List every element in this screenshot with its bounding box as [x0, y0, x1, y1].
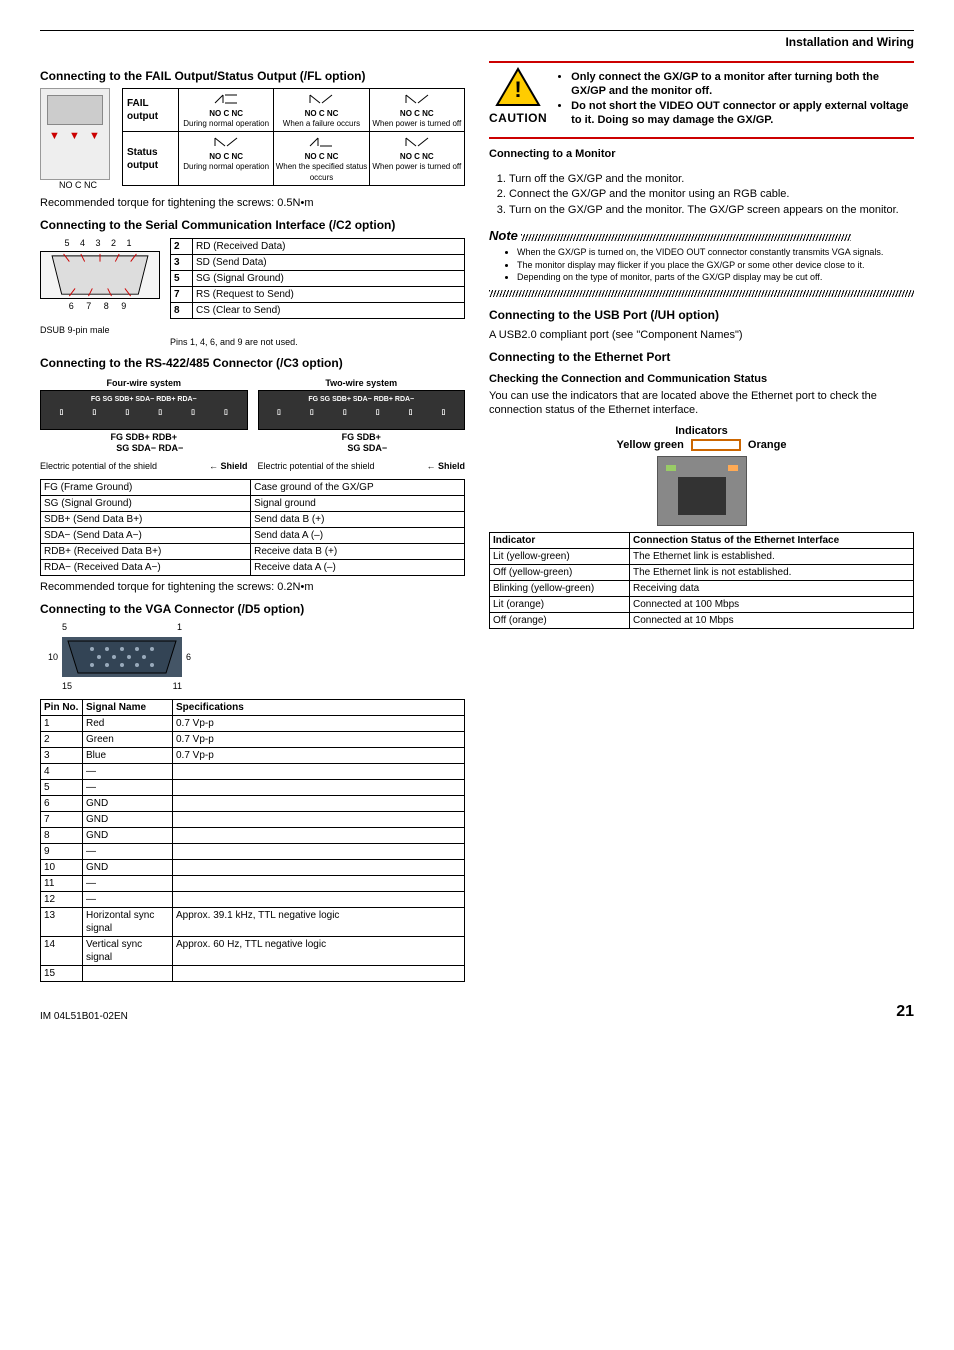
monitor-step-3: Turn on the GX/GP and the monitor. The G…	[509, 203, 914, 217]
monitor-step-2: Connect the GX/GP and the monitor using …	[509, 187, 914, 201]
eth-orange-label: Orange	[748, 439, 787, 451]
caution-icon: !	[495, 67, 541, 107]
vga-title: Connecting to the VGA Connector (/D5 opt…	[40, 602, 465, 618]
right-column: ! CAUTION Only connect the GX/GP to a mo…	[489, 61, 914, 982]
fail-output-title: Connecting to the FAIL Output/Status Out…	[40, 69, 465, 85]
eth-status-table: IndicatorConnection Status of the Ethern…	[489, 532, 914, 629]
note-item-3: Depending on the type of monitor, parts …	[517, 272, 914, 284]
eth-text: You can use the indicators that are loca…	[489, 389, 914, 418]
eth-indicator-diagram: Indicators Yellow green Orange	[489, 424, 914, 527]
note-box: Note When the GX/GP is turned on, the VI…	[489, 228, 914, 300]
dsub-caption: DSUB 9-pin male	[40, 325, 160, 337]
vga-pin-table: Pin No.Signal NameSpecifications 1Red0.7…	[40, 699, 465, 982]
rs422-title: Connecting to the RS-422/485 Connector (…	[40, 356, 465, 372]
terminal-labels: NO C NC	[40, 180, 116, 192]
dsub-diagram: 5 4 3 2 1 6 7 8 9 DSUB 9-pin male	[40, 238, 160, 349]
eth-title: Connecting to the Ethernet Port	[489, 350, 914, 366]
page-number: 21	[896, 1002, 914, 1023]
running-header: Installation and Wiring	[40, 35, 914, 51]
usb-text: A USB2.0 compliant port (see "Component …	[489, 328, 914, 342]
rs-signal-table: FG (Frame Ground)Case ground of the GX/G…	[40, 479, 465, 576]
note-label: Note	[489, 228, 518, 243]
left-column: Connecting to the FAIL Output/Status Out…	[40, 61, 465, 982]
monitor-title: Connecting to a Monitor	[489, 147, 914, 161]
note-item-1: When the GX/GP is turned on, the VIDEO O…	[517, 247, 914, 259]
rs-diagram: Four-wire system FG SG SDB+ SDA− RDB+ RD…	[40, 378, 465, 473]
ethernet-port-icon	[657, 456, 747, 526]
relay-table: FAIL output NO C NCDuring normal operati…	[122, 88, 465, 186]
serial-pin-table: 2RD (Received Data) 3SD (Send Data) 5SG …	[170, 238, 465, 319]
status-output-label: Status output	[123, 132, 179, 185]
eth-yellow-green-label: Yellow green	[617, 439, 684, 451]
indicator-box-icon	[691, 439, 741, 451]
caution-box: ! CAUTION Only connect the GX/GP to a mo…	[489, 61, 914, 139]
usb-title: Connecting to the USB Port (/UH option)	[489, 308, 914, 324]
fail-output-label: FAIL output	[123, 89, 179, 131]
svg-text:!: !	[514, 77, 521, 102]
caution-item-2: Do not short the VIDEO OUT connector or …	[571, 99, 914, 128]
vga-diagram: 10 51 1511 6	[40, 622, 465, 693]
serial-title: Connecting to the Serial Communication I…	[40, 218, 465, 234]
torque-note-2: Recommended torque for tightening the sc…	[40, 580, 465, 594]
eth-subtitle: Checking the Connection and Communicatio…	[489, 372, 914, 386]
doc-number: IM 04L51B01-02EN	[40, 1010, 128, 1023]
caution-item-1: Only connect the GX/GP to a monitor afte…	[571, 70, 914, 99]
dsub-note: Pins 1, 4, 6, and 9 are not used.	[170, 337, 465, 349]
terminal-diagram: ▼ ▼ ▼ NO C NC	[40, 88, 116, 192]
caution-label: CAUTION	[489, 111, 547, 127]
torque-note-1: Recommended torque for tightening the sc…	[40, 196, 465, 210]
note-item-2: The monitor display may flicker if you p…	[517, 260, 914, 272]
monitor-step-1: Turn off the GX/GP and the monitor.	[509, 172, 914, 186]
